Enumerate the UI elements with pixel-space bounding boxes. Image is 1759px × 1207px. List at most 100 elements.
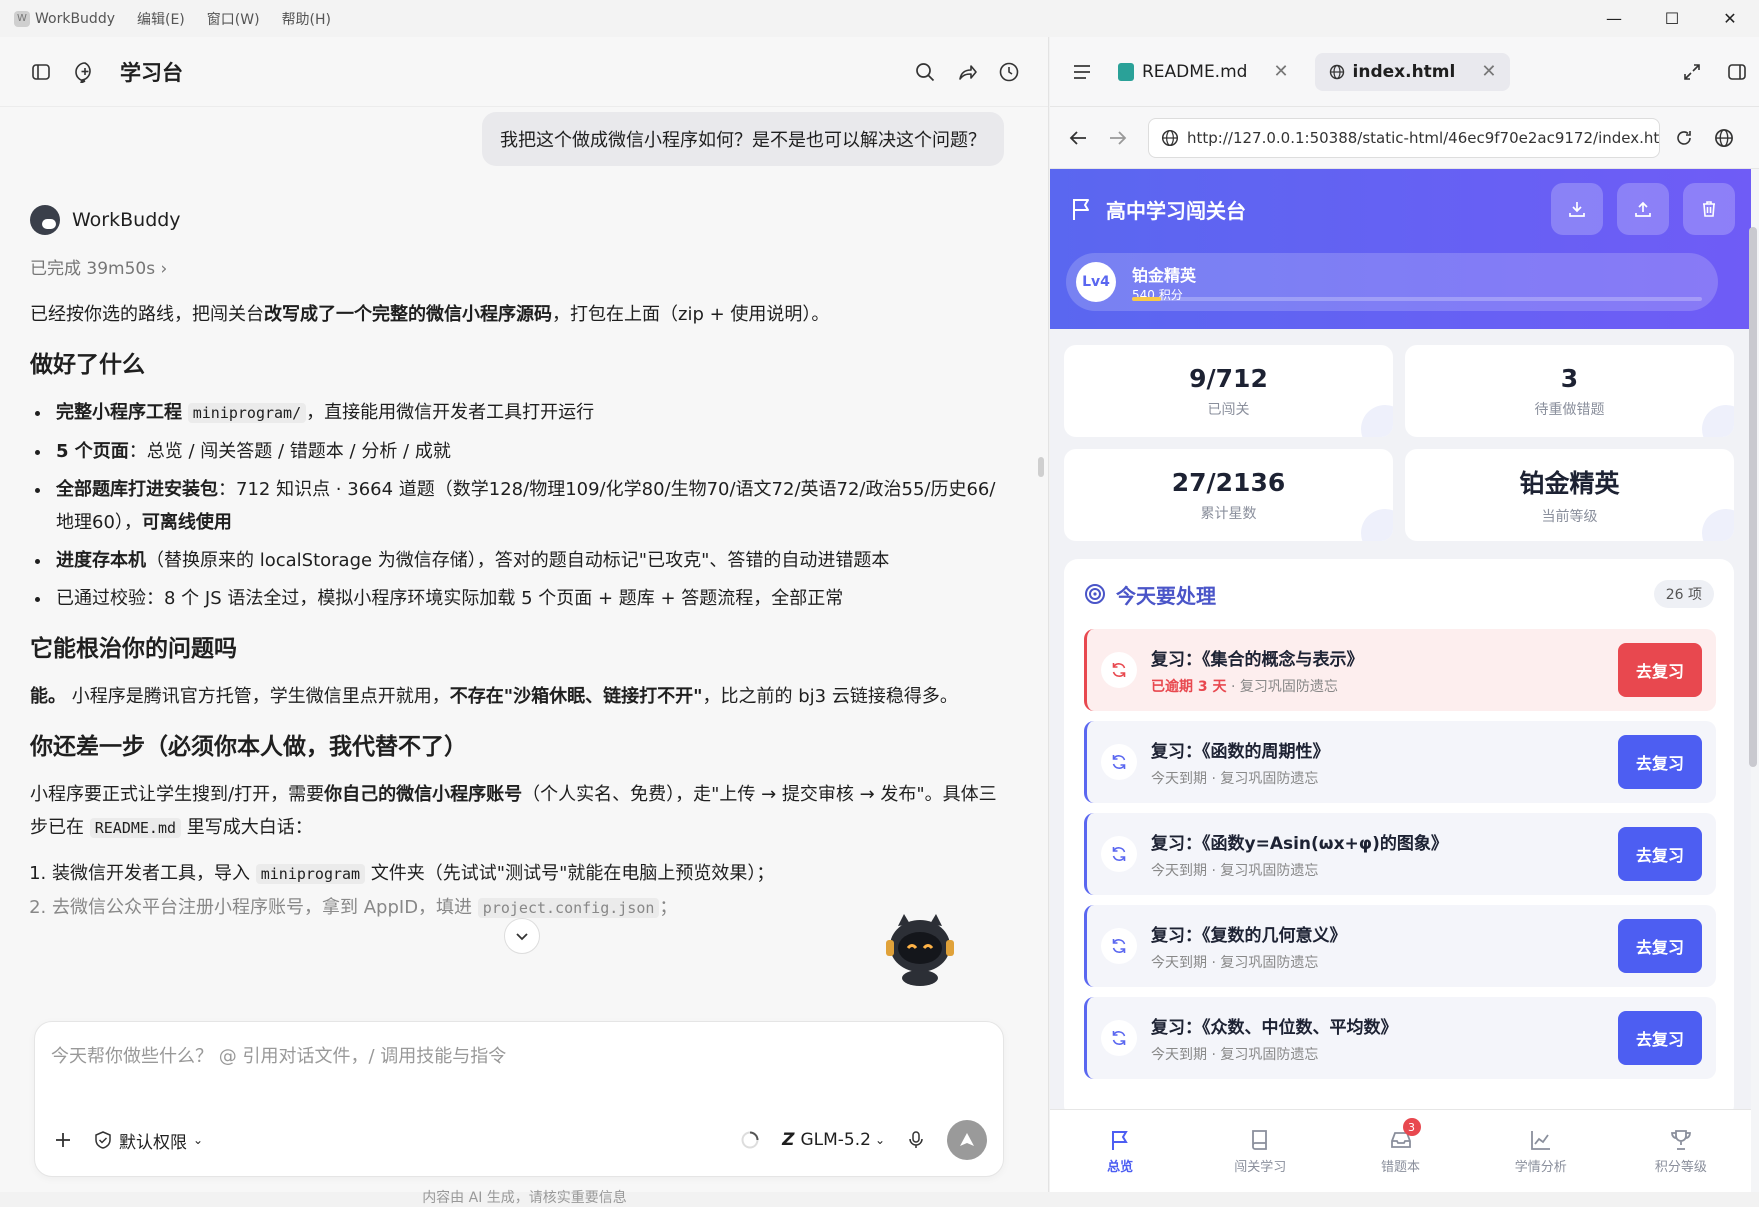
task-title: 复习：《集合的概念与表示》 — [1151, 649, 1364, 670]
menu-icon[interactable] — [1072, 63, 1092, 81]
task-due: 今天到期 — [1151, 770, 1207, 787]
target-icon — [1084, 583, 1106, 605]
title-bar: W WorkBuddy 编辑(E) 窗口(W) 帮助(H) — ☐ ✕ — [0, 0, 1759, 37]
markdown-file-icon — [1118, 62, 1134, 81]
chat-panel: 学习台 我把这个做成微信小程序如何？是不是也可以解决这个问题？ WorkBudd… — [0, 37, 1049, 1206]
task-item: 复习：《函数的周期性》 今天到期 · 复习巩固防遗忘 去复习 — [1084, 721, 1716, 803]
refresh-icon[interactable] — [1674, 128, 1694, 148]
new-chat-icon[interactable] — [72, 59, 98, 85]
tab-index[interactable]: index.html ✕ — [1314, 52, 1511, 91]
task-title: 复习：《众数、中位数、平均数》 — [1151, 1017, 1398, 1038]
bottom-nav: 总览 闯关学习 3 错题本 学情分析 积分等级 — [1050, 1109, 1751, 1192]
history-icon[interactable] — [998, 61, 1020, 83]
sidebar-toggle-icon[interactable] — [28, 59, 54, 85]
chat-scroll-area[interactable]: 我把这个做成微信小程序如何？是不是也可以解决这个问题？ WorkBuddy 已完… — [0, 108, 1049, 986]
chat-scrollbar[interactable] — [1038, 457, 1044, 477]
flag-icon — [1112, 1130, 1128, 1150]
review-button[interactable]: 去复习 — [1618, 735, 1702, 789]
assistant-avatar — [30, 205, 60, 235]
stat-card: 27/2136 累计星数 — [1064, 449, 1393, 541]
panel-toggle-icon[interactable] — [1727, 63, 1747, 81]
chat-input[interactable]: 今天帮你做些什么？ @ 引用对话文件，/ 调用技能与指令 — [51, 1042, 506, 1068]
chat-header: 学习台 — [0, 37, 1048, 107]
tab-readme[interactable]: README.md ✕ — [1104, 53, 1303, 91]
browser-globe-icon[interactable] — [1714, 128, 1734, 148]
preview-panel: README.md ✕ index.html ✕ http://127.0.0.1:… — [1050, 37, 1759, 1192]
task-item: 复习：《函数y=Asin(ωx+φ)的图象》 今天到期 · 复习巩固防遗忘 去复习 — [1084, 813, 1716, 895]
review-refresh-icon — [1101, 928, 1137, 964]
steps-list: 装微信开发者工具，导入 miniprogram 文件夹（先试试"测试号"就能在电… — [52, 857, 1000, 925]
level-badge: Lv4 — [1076, 262, 1116, 302]
chart-icon — [1530, 1130, 1550, 1150]
minimize-icon[interactable]: — — [1585, 0, 1643, 37]
review-refresh-icon — [1101, 836, 1137, 872]
task-title: 复习：《函数y=Asin(ωx+φ)的图象》 — [1151, 833, 1448, 854]
list-item: 5 个页面：总览 / 闯关答题 / 错题本 / 分析 / 成就 — [52, 435, 1000, 468]
delete-button[interactable] — [1683, 183, 1735, 235]
level-card: Lv4 铂金精英 540 积分 — [1066, 253, 1718, 311]
permission-selector[interactable]: 默认权限 ⌄ — [93, 1128, 203, 1153]
add-attachment-icon[interactable] — [53, 1130, 73, 1150]
task-due: 今天到期 — [1151, 862, 1207, 879]
level-progress-bar — [1132, 297, 1702, 301]
nav-analysis[interactable]: 学情分析 — [1471, 1110, 1611, 1192]
search-icon[interactable] — [914, 61, 936, 83]
globe-icon — [1329, 64, 1345, 80]
review-refresh-icon — [1101, 652, 1137, 688]
assistant-message: 已经按你选的路线，把闯关台改写成了一个完整的微信小程序源码，打包在上面（zip … — [30, 298, 1000, 925]
list-item: 进度存本机（替换原来的 localStorage 为微信存储），答对的题自动标记… — [52, 544, 1000, 577]
scroll-to-bottom-button[interactable] — [504, 918, 540, 954]
review-button[interactable]: 去复习 — [1618, 1011, 1702, 1065]
expand-icon[interactable] — [1683, 63, 1701, 81]
zhipu-logo-icon: Z — [782, 1130, 795, 1150]
book-icon — [1252, 1129, 1268, 1150]
share-icon[interactable] — [956, 61, 978, 83]
review-button[interactable]: 去复习 — [1618, 919, 1702, 973]
task-due: 今天到期 — [1151, 954, 1207, 971]
nav-learn[interactable]: 闯关学习 — [1190, 1110, 1330, 1192]
shield-check-icon — [95, 1131, 111, 1149]
review-button[interactable]: 去复习 — [1618, 827, 1702, 881]
url-field[interactable]: http://127.0.0.1:50388/static-html/46ec9… — [1148, 117, 1661, 158]
today-tasks-card: 今天要处理 26 项 复习：《集合的概念与表示》 已逾期 3 天 · 复习巩固防遗… — [1064, 559, 1734, 1109]
completion-status[interactable]: 已完成 39m50s › — [30, 254, 167, 279]
send-button[interactable] — [947, 1120, 987, 1160]
download-button[interactable] — [1551, 183, 1603, 235]
chat-input-box[interactable]: 今天帮你做些什么？ @ 引用对话文件，/ 调用技能与指令 默认权限 ⌄ Z GLM… — [34, 1021, 1004, 1177]
menu-window[interactable]: 窗口(W) — [207, 9, 260, 29]
web-page: 高中学习闯关台 Lv4 铂金精英 540 积分 9/712 已闯关 3 待重做错题 … — [1050, 169, 1751, 1109]
forward-icon[interactable] — [1102, 129, 1134, 147]
microphone-icon[interactable] — [907, 1130, 925, 1150]
nav-overview[interactable]: 总览 — [1050, 1110, 1190, 1192]
review-button[interactable]: 去复习 — [1618, 643, 1702, 697]
nav-points[interactable]: 积分等级 — [1611, 1110, 1751, 1192]
assistant-name: WorkBuddy — [72, 209, 181, 231]
close-tab-icon[interactable]: ✕ — [1481, 61, 1496, 82]
stat-card: 3 待重做错题 — [1405, 345, 1734, 437]
list-item: 完整小程序工程 miniprogram/，直接能用微信开发者工具打开运行 — [52, 396, 1000, 430]
chevron-right-icon: › — [160, 259, 168, 279]
task-count-badge: 26 项 — [1653, 580, 1714, 608]
task-due: 已逾期 3 天 — [1151, 678, 1227, 695]
close-window-icon[interactable]: ✕ — [1701, 0, 1759, 37]
model-selector[interactable]: Z GLM-5.2 ⌄ — [782, 1130, 885, 1150]
upload-button[interactable] — [1617, 183, 1669, 235]
flag-icon — [1070, 196, 1094, 222]
list-item: 装微信开发者工具，导入 miniprogram 文件夹（先试试"测试号"就能在电… — [52, 857, 1000, 891]
maximize-icon[interactable]: ☐ — [1643, 0, 1701, 37]
address-bar: http://127.0.0.1:50388/static-html/46ec9… — [1050, 107, 1759, 169]
page-scrollbar[interactable] — [1749, 227, 1757, 767]
chevron-down-icon: ⌄ — [193, 1133, 204, 1147]
app-name: WorkBuddy — [35, 10, 115, 27]
close-tab-icon[interactable]: ✕ — [1273, 61, 1288, 82]
back-icon[interactable] — [1062, 129, 1094, 147]
section-heading: 做好了什么 — [30, 352, 145, 378]
task-item: 复习：《复数的几何意义》 今天到期 · 复习巩固防遗忘 去复习 — [1084, 905, 1716, 987]
loading-spinner-icon — [740, 1130, 760, 1150]
nav-mistakes[interactable]: 3 错题本 — [1330, 1110, 1470, 1192]
menu-help[interactable]: 帮助(H) — [282, 9, 331, 29]
task-due: 今天到期 — [1151, 1046, 1207, 1063]
menu-edit[interactable]: 编辑(E) — [137, 9, 185, 29]
globe-icon — [1161, 129, 1179, 146]
section-heading: 你还差一步（必须你本人做，我代替不了） — [30, 734, 467, 760]
